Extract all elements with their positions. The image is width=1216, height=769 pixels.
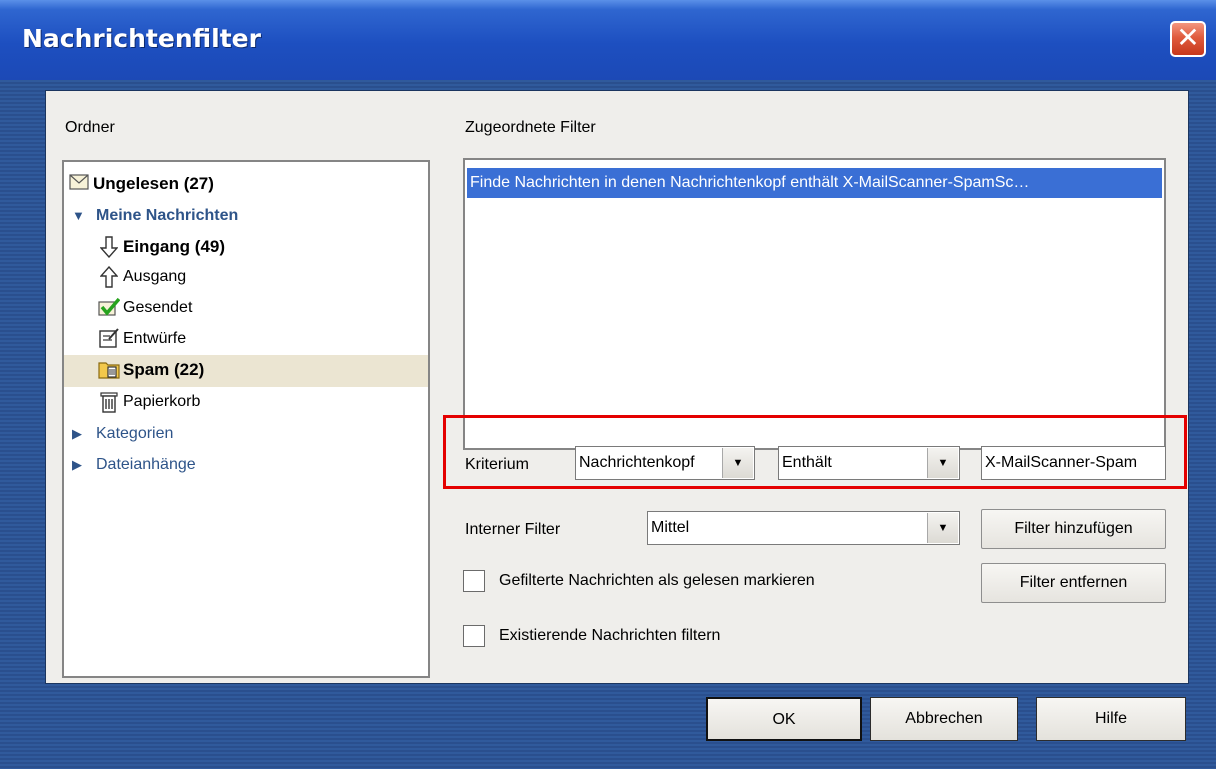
- cancel-button[interactable]: Abbrechen: [870, 697, 1018, 741]
- criterion-operator-select[interactable]: Enthält ▼: [778, 446, 960, 480]
- criterion-value-text: X-MailScanner-Spam: [985, 454, 1138, 471]
- expand-triangle-icon: ▼: [72, 208, 85, 223]
- criterion-field-value: Nachrichtenkopf: [579, 454, 695, 471]
- dialog-title: Nachrichtenfilter: [22, 24, 261, 53]
- criterion-field-select[interactable]: Nachrichtenkopf ▼: [575, 446, 755, 480]
- collapsed-triangle-icon: ▶: [72, 457, 82, 472]
- filter-existing-label: Existierende Nachrichten filtern: [499, 627, 721, 644]
- folder-drafts[interactable]: Entwürfe: [98, 325, 186, 353]
- collapsed-triangle-icon: ▶: [72, 426, 82, 441]
- close-icon: ✕: [1176, 21, 1200, 54]
- folder-label: Ausgang: [123, 268, 187, 285]
- filter-list-item[interactable]: Finde Nachrichten in denen Nachrichtenko…: [467, 168, 1162, 198]
- ok-button[interactable]: OK: [706, 697, 862, 741]
- arrow-down-icon: [98, 236, 120, 259]
- folder-label: Eingang (49): [123, 237, 226, 256]
- add-filter-button[interactable]: Filter hinzufügen: [981, 509, 1166, 549]
- internal-filter-select[interactable]: Mittel ▼: [647, 511, 960, 545]
- mark-read-label: Gefilterte Nachrichten als gelesen marki…: [499, 572, 815, 589]
- chevron-down-icon[interactable]: ▼: [927, 448, 958, 478]
- criterion-operator-value: Enthält: [782, 454, 832, 471]
- criterion-label: Kriterium: [465, 456, 530, 473]
- dialog-window: Nachrichtenfilter ✕ Ordner Ungelesen (27…: [0, 0, 1216, 769]
- folder-outbox[interactable]: Ausgang: [98, 263, 186, 291]
- folder-label: Gesendet: [123, 299, 193, 316]
- folder-sent[interactable]: Gesendet: [98, 294, 192, 322]
- folder-label: Papierkorb: [123, 393, 201, 410]
- filter-existing-checkbox[interactable]: [463, 625, 485, 647]
- folders-label: Ordner: [65, 119, 115, 136]
- assigned-filters-label: Zugeordnete Filter: [465, 119, 596, 136]
- folder-label: Dateianhänge: [96, 456, 196, 473]
- folder-spam[interactable]: Spam (22): [98, 356, 204, 384]
- folder-label: Kategorien: [96, 425, 174, 442]
- envelope-icon: [68, 173, 90, 195]
- internal-filter-label: Interner Filter: [465, 521, 561, 538]
- criterion-value-input[interactable]: X-MailScanner-Spam: [981, 446, 1166, 480]
- chevron-down-icon[interactable]: ▼: [927, 513, 958, 543]
- folder-inbox[interactable]: Eingang (49): [98, 233, 225, 261]
- folder-group-attachments[interactable]: ▶ Dateianhänge: [68, 451, 196, 479]
- folder-unread[interactable]: Ungelesen (27): [68, 170, 214, 198]
- folder-label: Spam (22): [123, 360, 205, 379]
- folder-label: Entwürfe: [123, 330, 187, 347]
- folder-group-categories[interactable]: ▶ Kategorien: [68, 420, 173, 448]
- mark-read-checkbox[interactable]: [463, 570, 485, 592]
- checkmark-icon: [98, 297, 121, 319]
- spam-icon: [98, 359, 120, 381]
- internal-filter-value: Mittel: [651, 519, 690, 536]
- folder-tree[interactable]: Ungelesen (27) ▼ Meine Nachrichten Einga…: [62, 160, 430, 678]
- folder-label: Meine Nachrichten: [96, 207, 239, 224]
- draft-icon: [98, 328, 120, 350]
- assigned-filters-list[interactable]: Finde Nachrichten in denen Nachrichtenko…: [463, 158, 1166, 450]
- remove-filter-button[interactable]: Filter entfernen: [981, 563, 1166, 603]
- folder-trash[interactable]: Papierkorb: [98, 388, 200, 416]
- help-button[interactable]: Hilfe: [1036, 697, 1186, 741]
- arrow-up-icon: [98, 265, 120, 288]
- title-bar[interactable]: Nachrichtenfilter ✕: [0, 0, 1216, 80]
- close-button[interactable]: ✕: [1170, 21, 1206, 57]
- folder-group-my-messages[interactable]: ▼ Meine Nachrichten: [68, 202, 238, 230]
- folder-label: Ungelesen (27): [93, 174, 214, 193]
- trash-icon: [98, 391, 120, 413]
- chevron-down-icon[interactable]: ▼: [722, 448, 753, 478]
